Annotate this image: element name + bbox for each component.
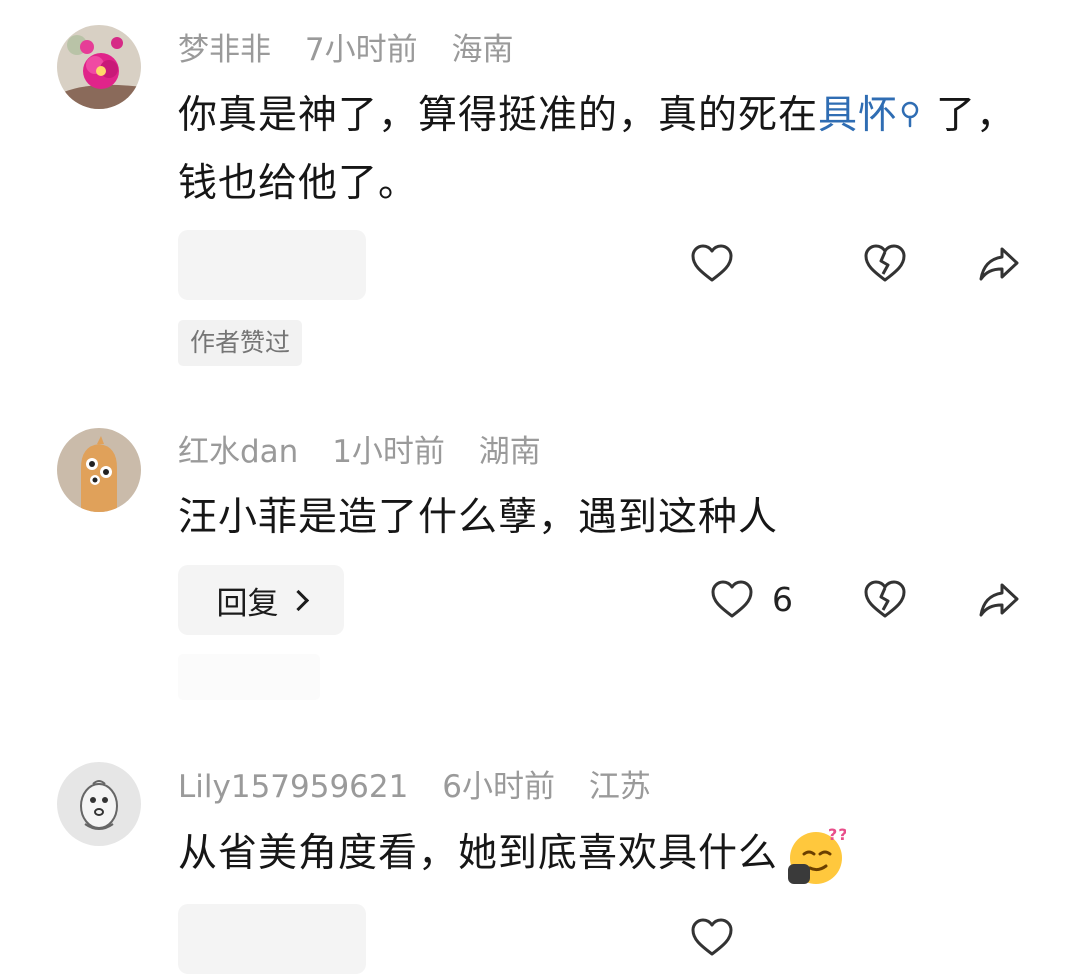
comment-text: 汪小菲是造了什么孽，遇到这种人: [178, 495, 779, 540]
location: 海南: [451, 32, 514, 68]
like-button[interactable]: [708, 576, 756, 624]
like-button[interactable]: [688, 240, 736, 288]
dislike-button[interactable]: [861, 240, 909, 288]
like-count: 6: [772, 580, 793, 619]
timestamp: 6小时前: [442, 769, 555, 805]
heart-outline-icon: [691, 244, 733, 282]
username[interactable]: 梦非非: [178, 32, 271, 68]
location: 江苏: [588, 769, 651, 805]
comment-meta: Lily157959621 6小时前 江苏: [178, 767, 675, 807]
comment-text-part1: 你真是神了，算得挺准的，真的死在: [178, 93, 819, 138]
author-liked-badge: 作者赞过: [178, 320, 303, 366]
keyword-link-label: 具怀: [818, 93, 899, 138]
heart-outline-icon: [711, 580, 753, 618]
keyword-link[interactable]: 具怀: [818, 93, 936, 138]
broken-heart-icon: [864, 580, 906, 618]
svg-text:??: ??: [828, 825, 846, 844]
comment-meta: 梦非非 7小时前 海南: [178, 30, 537, 70]
chevron-right-icon: [287, 589, 309, 611]
broken-heart-icon: [864, 244, 906, 282]
comment-meta: 红水dan 1小时前 湖南: [178, 432, 565, 472]
placeholder-chip: [178, 654, 320, 700]
share-arrow-icon: [979, 247, 1019, 281]
timestamp: 1小时前: [332, 434, 445, 470]
location: 湖南: [478, 434, 541, 470]
reply-button-label: 回复: [216, 585, 279, 622]
thinking-emoji-icon: ??: [782, 824, 848, 888]
comment-text-body: 从省美角度看，她到底喜欢具什么: [178, 831, 779, 876]
reply-button[interactable]: [178, 230, 366, 300]
avatar[interactable]: [57, 762, 141, 846]
comment-text: 你真是神了，算得挺准的，真的死在具怀 了，钱也给他了。: [178, 82, 1018, 218]
username[interactable]: 红水dan: [178, 434, 298, 470]
reply-button[interactable]: 回复: [178, 565, 344, 635]
heart-outline-icon: [691, 918, 733, 956]
username[interactable]: Lily157959621: [178, 769, 408, 805]
share-arrow-icon: [979, 583, 1019, 617]
reply-button[interactable]: [178, 904, 366, 974]
avatar[interactable]: [57, 25, 141, 109]
share-button[interactable]: [975, 240, 1023, 288]
share-button[interactable]: [975, 576, 1023, 624]
dislike-button[interactable]: [861, 576, 909, 624]
search-icon: [900, 84, 922, 128]
avatar[interactable]: [57, 428, 141, 512]
comment-text: 从省美角度看，她到底喜欢具什么??: [178, 820, 1018, 888]
timestamp: 7小时前: [304, 32, 418, 68]
like-button[interactable]: [688, 914, 736, 962]
